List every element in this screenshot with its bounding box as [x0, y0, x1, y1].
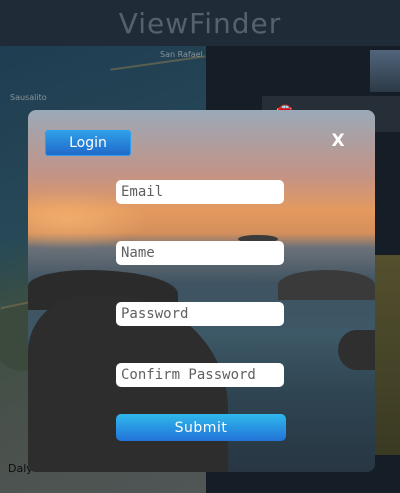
app-header: ViewFinder [0, 0, 400, 46]
name-input[interactable] [116, 241, 284, 265]
map-label: Sausalito [10, 93, 47, 102]
close-icon[interactable]: X [328, 130, 348, 152]
password-input[interactable] [116, 302, 284, 326]
map-label: San Rafael [160, 50, 203, 59]
submit-button[interactable]: Submit [116, 414, 286, 441]
result-thumbnail[interactable] [375, 255, 400, 455]
app-title: ViewFinder [118, 6, 282, 40]
signup-modal: Login X Submit [28, 110, 375, 472]
background-photo-rock [278, 270, 375, 300]
email-input[interactable] [116, 180, 284, 204]
background-photo-rock [338, 330, 375, 370]
confirm-password-input[interactable] [116, 363, 284, 387]
login-tab-button[interactable]: Login [45, 130, 131, 156]
result-thumbnail[interactable] [370, 50, 400, 92]
